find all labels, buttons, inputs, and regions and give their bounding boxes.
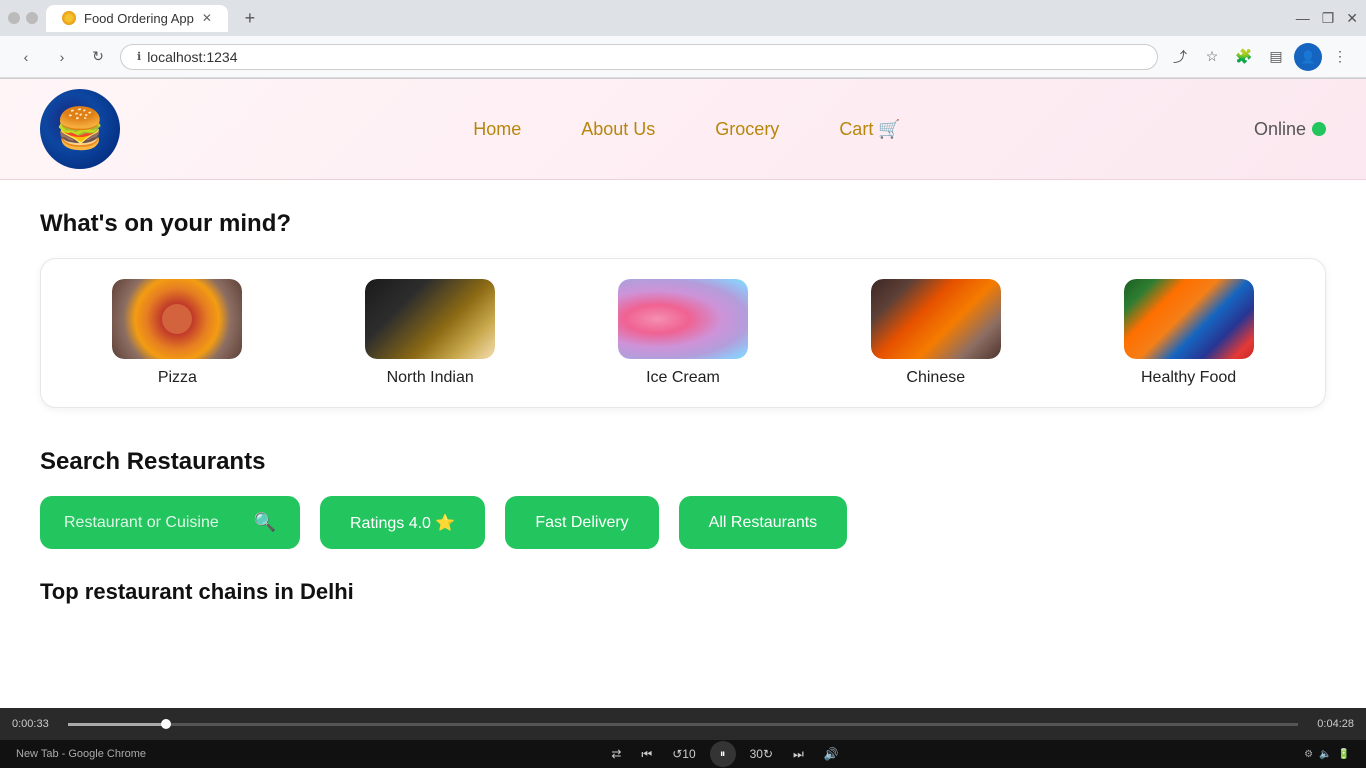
categories-title: What's on your mind?: [40, 210, 1326, 238]
profile-icon[interactable]: 👤: [1294, 43, 1322, 71]
lock-icon: ℹ: [137, 50, 141, 63]
ice-cream-image: [618, 279, 748, 359]
active-tab[interactable]: Food Ordering App ✕: [46, 5, 228, 32]
chinese-image-wrapper: [871, 279, 1001, 359]
toolbar-actions: ⤴ ☆ 🧩 ▤ 👤 ⋮: [1166, 43, 1354, 71]
video-controls-bar: 0:00:33 0:04:28: [0, 708, 1366, 740]
nav-links: Home About Us Grocery Cart 🛒: [473, 119, 901, 140]
logo-icon: 🍔: [55, 109, 105, 149]
window-restore-btn[interactable]: ❐: [1322, 10, 1335, 27]
search-input-container[interactable]: Restaurant or Cuisine 🔍: [40, 496, 300, 549]
ratings-filter-button[interactable]: Ratings 4.0 ⭐: [320, 496, 485, 549]
taskbar-sound-icon: 🔈: [1319, 749, 1331, 760]
media-volume-btn[interactable]: 🔊: [818, 745, 845, 763]
sidebar-icon[interactable]: ▤: [1262, 43, 1290, 71]
north-indian-image-wrapper: [365, 279, 495, 359]
search-section: Search Restaurants Restaurant or Cuisine…: [40, 448, 1326, 549]
chinese-label: Chinese: [906, 369, 965, 387]
category-healthy[interactable]: Healthy Food: [1114, 279, 1264, 387]
progress-bar[interactable]: [68, 723, 1298, 726]
extensions-icon[interactable]: 🧩: [1230, 43, 1258, 71]
media-pause-btn[interactable]: ⏸: [710, 741, 736, 767]
categories-section: What's on your mind? Pizza North Indian: [40, 210, 1326, 408]
share-icon[interactable]: ⤴: [1166, 43, 1194, 71]
tab-favicon: [62, 11, 76, 25]
taskbar-battery-icon: 🔋: [1338, 749, 1350, 760]
online-dot: [1312, 122, 1326, 136]
ice-cream-label: Ice Cream: [646, 369, 720, 387]
time-remaining: 0:04:28: [1306, 718, 1354, 730]
new-tab-button[interactable]: +: [236, 4, 264, 32]
browser-toolbar: ‹ › ↻ ℹ localhost:1234 ⤴ ☆ 🧩 ▤ 👤 ⋮: [0, 36, 1366, 78]
url-text: localhost:1234: [147, 49, 237, 65]
menu-icon[interactable]: ⋮: [1326, 43, 1354, 71]
pizza-image-wrapper: [112, 279, 242, 359]
reload-button[interactable]: ↻: [84, 43, 112, 71]
media-rewind-btn[interactable]: ↺10: [666, 745, 701, 763]
chinese-image: [871, 279, 1001, 359]
app-logo[interactable]: 🍔: [40, 89, 120, 169]
north-indian-label: North Indian: [387, 369, 474, 387]
top-restaurants-title: Top restaurant chains in Delhi: [40, 579, 1326, 605]
window-controls: [8, 12, 38, 24]
back-button[interactable]: ‹: [12, 43, 40, 71]
progress-thumb: [161, 719, 171, 729]
search-title: Search Restaurants: [40, 448, 1326, 476]
taskbar: New Tab - Google Chrome ⇄ ⏮ ↺10 ⏸ 30↻ ⏭ …: [0, 740, 1366, 768]
category-pizza[interactable]: Pizza: [102, 279, 252, 387]
category-chinese[interactable]: Chinese: [861, 279, 1011, 387]
progress-fill: [68, 723, 166, 726]
pizza-image: [112, 279, 242, 359]
healthy-image: [1124, 279, 1254, 359]
top-restaurants-section: Top restaurant chains in Delhi: [40, 579, 1326, 605]
taskbar-settings-icon: ⚙: [1304, 749, 1313, 760]
healthy-image-wrapper: [1124, 279, 1254, 359]
bookmark-icon[interactable]: ☆: [1198, 43, 1226, 71]
browser-chrome: Food Ordering App ✕ + — ❐ ✕ ‹ › ↻ ℹ loca…: [0, 0, 1366, 79]
nav-about[interactable]: About Us: [581, 119, 655, 139]
minimize-dot: [8, 12, 20, 24]
taskbar-app-label: New Tab - Google Chrome: [16, 748, 146, 760]
browser-titlebar: Food Ordering App ✕ + — ❐ ✕: [0, 0, 1366, 36]
taskbar-right-icons: ⚙ 🔈 🔋: [1304, 749, 1350, 760]
fast-delivery-button[interactable]: Fast Delivery: [505, 496, 658, 549]
time-elapsed: 0:00:33: [12, 718, 60, 730]
navbar: 🍔 Home About Us Grocery Cart 🛒 Online: [0, 79, 1366, 180]
search-placeholder: Restaurant or Cuisine: [64, 514, 244, 532]
tab-close-button[interactable]: ✕: [202, 11, 212, 25]
ice-cream-image-wrapper: [618, 279, 748, 359]
media-shuffle-btn[interactable]: ⇄: [605, 745, 627, 763]
search-filters: Restaurant or Cuisine 🔍 Ratings 4.0 ⭐ Fa…: [40, 496, 1326, 549]
media-forward-btn[interactable]: 30↻: [744, 745, 779, 763]
main-content: What's on your mind? Pizza North Indian: [0, 180, 1366, 635]
online-status: Online: [1254, 119, 1326, 140]
maximize-dot: [26, 12, 38, 24]
window-minimize-btn[interactable]: —: [1296, 10, 1310, 26]
window-close-btn[interactable]: ✕: [1346, 10, 1358, 27]
media-next-btn[interactable]: ⏭: [787, 745, 810, 764]
category-ice-cream[interactable]: Ice Cream: [608, 279, 758, 387]
nav-cart[interactable]: Cart 🛒: [839, 119, 900, 140]
pizza-label: Pizza: [158, 369, 197, 387]
all-restaurants-button[interactable]: All Restaurants: [679, 496, 848, 549]
media-prev-btn[interactable]: ⏮: [635, 745, 658, 764]
app-content: 🍔 Home About Us Grocery Cart 🛒 Online Wh…: [0, 79, 1366, 679]
north-indian-image: [365, 279, 495, 359]
tab-title: Food Ordering App: [84, 11, 194, 26]
search-icon: 🔍: [254, 512, 276, 533]
nav-grocery[interactable]: Grocery: [715, 119, 779, 139]
media-controls-taskbar: ⇄ ⏮ ↺10 ⏸ 30↻ ⏭ 🔊: [605, 741, 844, 767]
address-bar[interactable]: ℹ localhost:1234: [120, 44, 1158, 70]
nav-home[interactable]: Home: [473, 119, 521, 139]
healthy-label: Healthy Food: [1141, 369, 1236, 387]
category-north-indian[interactable]: North Indian: [355, 279, 505, 387]
online-label: Online: [1254, 119, 1306, 140]
food-categories-container: Pizza North Indian Ice Cream: [40, 258, 1326, 408]
forward-button[interactable]: ›: [48, 43, 76, 71]
